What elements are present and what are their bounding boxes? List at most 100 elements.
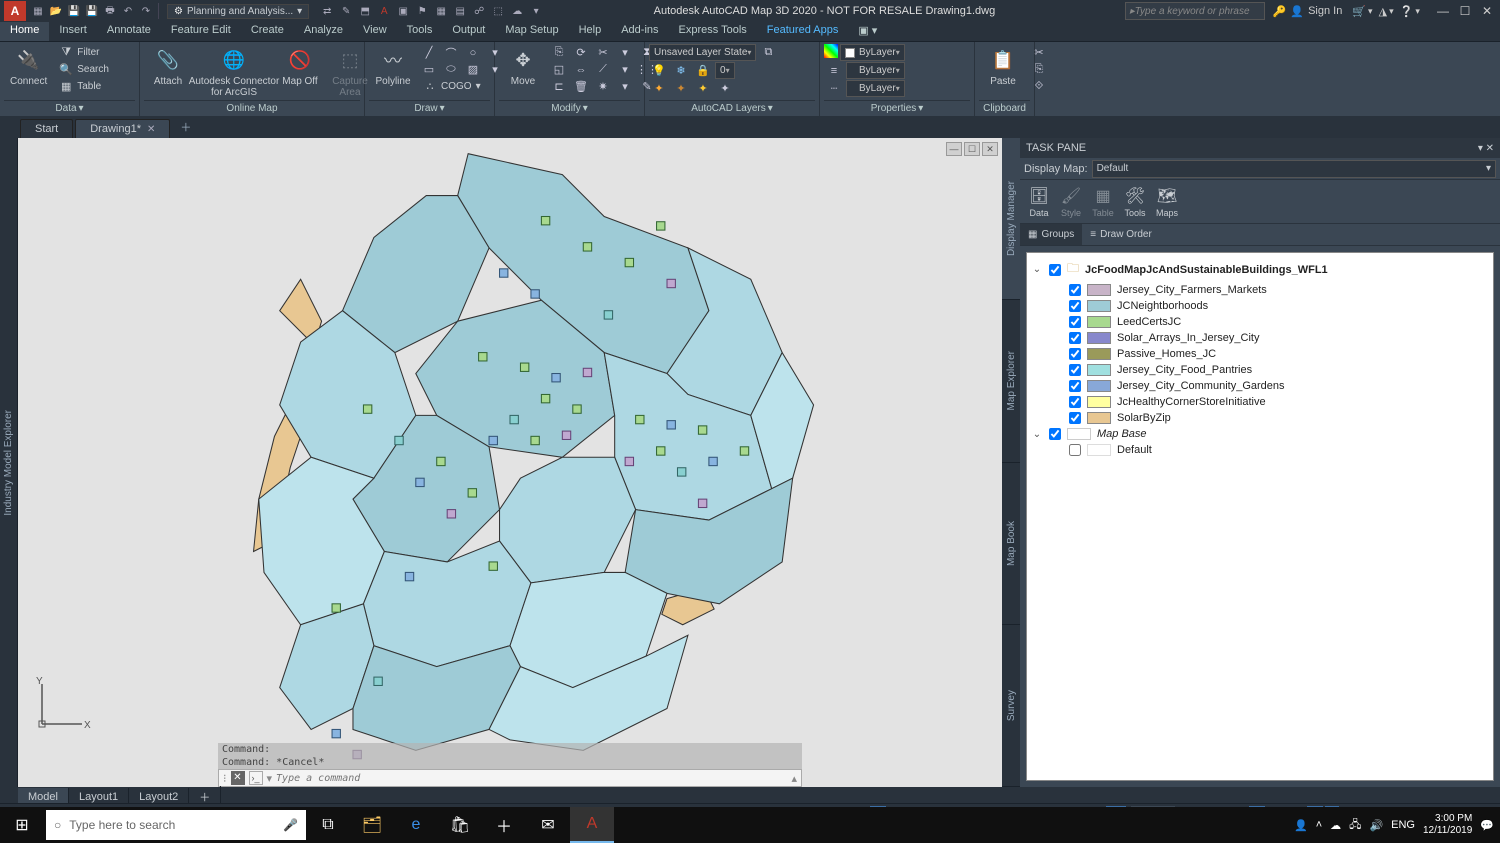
stretch-icon[interactable]: ⇔ bbox=[571, 61, 591, 78]
close-icon[interactable]: ✕ bbox=[147, 124, 155, 135]
displaymap-select[interactable]: Default▾ bbox=[1092, 160, 1496, 178]
layerstate-icon[interactable]: ⧉ bbox=[758, 44, 778, 61]
left-palette-rail[interactable]: Industry Model Explorer bbox=[0, 138, 18, 787]
linetype-icon[interactable]: ┈ bbox=[824, 80, 844, 97]
chevron-down-icon[interactable]: ▾ bbox=[768, 103, 773, 114]
tab-expresstools[interactable]: Express Tools bbox=[669, 22, 757, 41]
vtab-map-book[interactable]: Map Book bbox=[1002, 463, 1020, 625]
viewport-close-icon[interactable]: ✕ bbox=[982, 142, 998, 156]
app-logo[interactable]: A bbox=[4, 1, 26, 21]
chevron-down-icon[interactable]: ▾ bbox=[918, 103, 923, 114]
cogo-button[interactable]: ∴COGO ▾ bbox=[419, 78, 505, 95]
a360-icon[interactable]: ◮▾ bbox=[1379, 5, 1394, 18]
taskview-icon[interactable]: ⧉ bbox=[306, 807, 350, 843]
layerprops-icon[interactable]: ✦ bbox=[649, 80, 669, 97]
layer-checkbox[interactable] bbox=[1049, 428, 1061, 440]
vtab-display-manager[interactable]: Display Manager bbox=[1002, 138, 1020, 300]
network-icon[interactable]: 🖧 bbox=[1349, 816, 1361, 835]
layer-combo[interactable]: 0▾ bbox=[715, 62, 735, 79]
layer-mapbase[interactable]: ⌄ Map Base bbox=[1031, 426, 1489, 442]
chevron-down-icon[interactable]: ▾ bbox=[79, 103, 84, 114]
color-combo[interactable]: ByLayer▾ bbox=[840, 44, 905, 61]
search-button[interactable]: 🔍Search bbox=[55, 61, 113, 78]
maximize-button[interactable]: ☐ bbox=[1456, 4, 1474, 18]
command-line[interactable]: ⁝ ✕ ›_ ▾ ▴ bbox=[218, 769, 802, 787]
qat-tool[interactable]: ▣ bbox=[395, 3, 411, 19]
tab-insert[interactable]: Insert bbox=[49, 22, 97, 41]
scale-icon[interactable]: ◱ bbox=[549, 61, 569, 78]
copy-icon[interactable]: ⎘ bbox=[549, 44, 569, 61]
add-tab-button[interactable]: ＋ bbox=[172, 116, 199, 138]
filter-button[interactable]: ⧩Filter bbox=[55, 44, 113, 61]
lineweight-combo[interactable]: ByLayer▾ bbox=[846, 62, 905, 79]
layer-checkbox[interactable] bbox=[1069, 444, 1081, 456]
plot-icon[interactable]: 🖶 bbox=[102, 3, 118, 19]
mode-draworder[interactable]: ≡Draw Order bbox=[1082, 224, 1160, 245]
viewport-max-icon[interactable]: ☐ bbox=[964, 142, 980, 156]
help-icon[interactable]: ❔▾ bbox=[1400, 5, 1420, 18]
tab-help[interactable]: Help bbox=[569, 22, 612, 41]
cut-icon[interactable]: ✂ bbox=[1029, 44, 1049, 61]
collapse-icon[interactable]: ⌄ bbox=[1031, 429, 1043, 440]
start-button[interactable]: ⊞ bbox=[0, 807, 44, 843]
tp-maps-button[interactable]: 🗺Maps bbox=[1152, 183, 1182, 220]
layer-item[interactable]: JCNeightborhoods bbox=[1031, 298, 1489, 314]
command-icon[interactable]: ›_ bbox=[249, 771, 263, 785]
minimize-button[interactable]: — bbox=[1434, 4, 1452, 18]
tab-view[interactable]: View bbox=[353, 22, 397, 41]
qat-tool[interactable]: ▤ bbox=[452, 3, 468, 19]
tab-create[interactable]: Create bbox=[241, 22, 294, 41]
saveas-icon[interactable]: 💾 bbox=[84, 3, 100, 19]
layer-root[interactable]: ⌄ 🗀 JcFoodMapJcAndSustainableBuildings_W… bbox=[1031, 257, 1489, 282]
qat-tool[interactable]: ⇄ bbox=[319, 3, 335, 19]
trim-icon[interactable]: ✂ bbox=[593, 44, 613, 61]
linetype-combo[interactable]: ByLayer▾ bbox=[846, 80, 905, 97]
layer-item[interactable]: Jersey_City_Farmers_Markets bbox=[1031, 282, 1489, 298]
tab-featureedit[interactable]: Feature Edit bbox=[161, 22, 241, 41]
mail-icon[interactable]: ✉ bbox=[526, 807, 570, 843]
qat-tool[interactable]: ▦ bbox=[433, 3, 449, 19]
explorer-icon[interactable]: 🗂 bbox=[350, 807, 394, 843]
qat-tool[interactable]: ⬒ bbox=[357, 3, 373, 19]
tab-analyze[interactable]: Analyze bbox=[294, 22, 353, 41]
save-icon[interactable]: 💾 bbox=[66, 3, 82, 19]
qat-tool[interactable]: ⬚ bbox=[490, 3, 506, 19]
paste-button[interactable]: 📋Paste bbox=[979, 44, 1027, 89]
ellipse-icon[interactable]: ⬭ bbox=[441, 61, 461, 78]
table-button[interactable]: ▦Table bbox=[55, 78, 113, 95]
vtab-survey[interactable]: Survey bbox=[1002, 625, 1020, 787]
collapse-icon[interactable]: ⌄ bbox=[1031, 264, 1043, 275]
qat-tool[interactable]: ✎ bbox=[338, 3, 354, 19]
tp-table-button[interactable]: ▦Table bbox=[1088, 183, 1118, 220]
chevron-down-icon[interactable]: ▾ bbox=[583, 103, 588, 114]
connect-button[interactable]: 🔌 Connect bbox=[4, 44, 53, 89]
notifications-icon[interactable]: 💬 bbox=[1480, 819, 1494, 832]
tab-featuredapps[interactable]: Featured Apps bbox=[757, 22, 849, 41]
tab-output[interactable]: Output bbox=[442, 22, 495, 41]
attach-button[interactable]: 📎Attach bbox=[144, 44, 192, 89]
layer-checkbox[interactable] bbox=[1069, 316, 1081, 328]
tp-style-button[interactable]: 🖌Style bbox=[1056, 183, 1086, 220]
tab-drawing1[interactable]: Drawing1*✕ bbox=[75, 119, 170, 138]
rotate-icon[interactable]: ⟳ bbox=[571, 44, 591, 61]
layer-checkbox[interactable] bbox=[1069, 348, 1081, 360]
tab-addins[interactable]: Add-ins bbox=[611, 22, 668, 41]
tab-home[interactable]: Home bbox=[0, 22, 49, 41]
qat-tool[interactable]: ⚑ bbox=[414, 3, 430, 19]
arc-icon[interactable]: ⌒ bbox=[441, 44, 461, 61]
layer-item[interactable]: Solar_Arrays_In_Jersey_City bbox=[1031, 330, 1489, 346]
tp-data-button[interactable]: 🗄Data bbox=[1024, 183, 1054, 220]
circle-icon[interactable]: ○ bbox=[463, 44, 483, 61]
explode-icon[interactable]: ✷ bbox=[593, 78, 613, 95]
layer-checkbox[interactable] bbox=[1049, 264, 1061, 276]
mapoff-button[interactable]: 🚫Map Off bbox=[276, 44, 324, 89]
add-icon[interactable]: ＋ bbox=[482, 807, 526, 843]
rect-icon[interactable]: ▭ bbox=[419, 61, 439, 78]
edge-icon[interactable]: e bbox=[394, 807, 438, 843]
layer-freeze-icon[interactable]: ❄ bbox=[671, 62, 691, 79]
cart-icon[interactable]: 🛒▾ bbox=[1352, 5, 1372, 18]
color-icon[interactable] bbox=[824, 44, 838, 58]
qat-tool[interactable]: ▾ bbox=[528, 3, 544, 19]
layer-bulb-icon[interactable]: 💡 bbox=[649, 62, 669, 79]
signin-button[interactable]: 🔑 👤 Sign In bbox=[1273, 5, 1343, 18]
